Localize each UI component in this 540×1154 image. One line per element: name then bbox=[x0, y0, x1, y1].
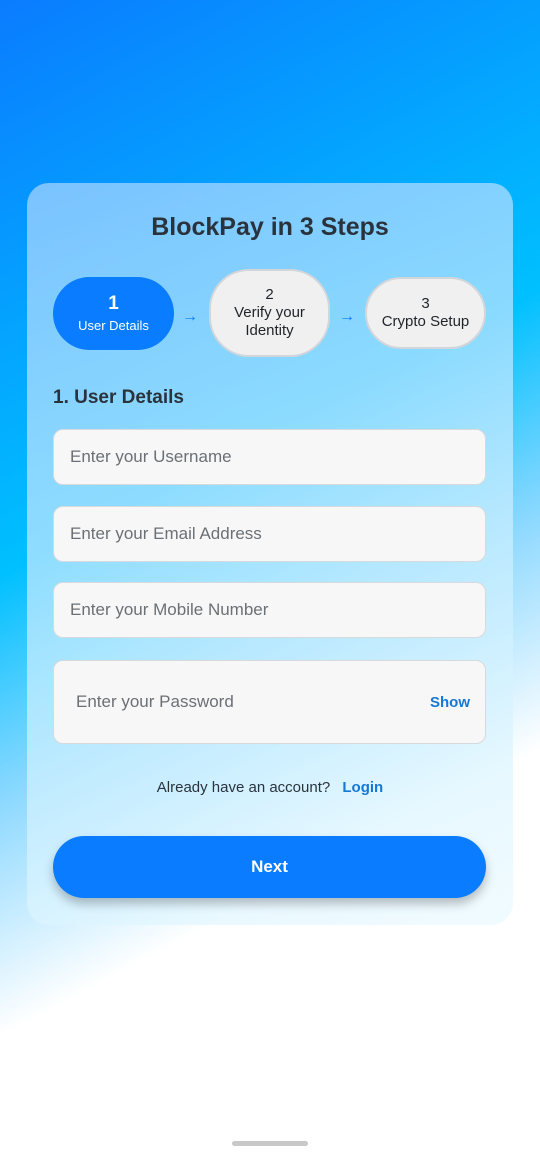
step-3-crypto-setup[interactable]: 3 Crypto Setup bbox=[365, 277, 486, 349]
username-field-container bbox=[53, 429, 486, 485]
arrow-right-icon: → bbox=[182, 308, 198, 325]
password-field-container: Show bbox=[53, 660, 486, 744]
step-number: 2 bbox=[265, 286, 274, 303]
home-indicator[interactable] bbox=[232, 1141, 308, 1146]
signup-card: BlockPay in 3 Steps 1 User Details → 2 V… bbox=[27, 183, 513, 925]
page-title: BlockPay in 3 Steps bbox=[151, 213, 389, 241]
step-number: 3 bbox=[421, 295, 430, 312]
email-input[interactable] bbox=[54, 507, 485, 561]
step-1-user-details[interactable]: 1 User Details bbox=[53, 277, 174, 350]
mobile-input[interactable] bbox=[54, 583, 485, 637]
login-prompt-text: Already have an account? bbox=[156, 779, 331, 796]
password-input[interactable] bbox=[54, 661, 485, 743]
step-label: Crypto Setup bbox=[381, 313, 470, 330]
show-password-button[interactable]: Show bbox=[430, 694, 470, 711]
section-title: 1. User Details bbox=[53, 387, 184, 408]
mobile-field-container bbox=[53, 582, 486, 638]
step-label: User Details bbox=[78, 318, 149, 333]
login-link[interactable]: Login bbox=[342, 779, 383, 796]
username-input[interactable] bbox=[54, 430, 485, 484]
step-number: 1 bbox=[108, 293, 119, 314]
email-field-container bbox=[53, 506, 486, 562]
arrow-right-icon: → bbox=[339, 308, 355, 325]
step-2-verify-identity[interactable]: 2 Verify your Identity bbox=[209, 269, 330, 357]
login-prompt-row: Already have an account? Login bbox=[27, 779, 513, 796]
next-button[interactable]: Next bbox=[53, 836, 486, 898]
step-label: Verify your Identity bbox=[234, 304, 305, 339]
